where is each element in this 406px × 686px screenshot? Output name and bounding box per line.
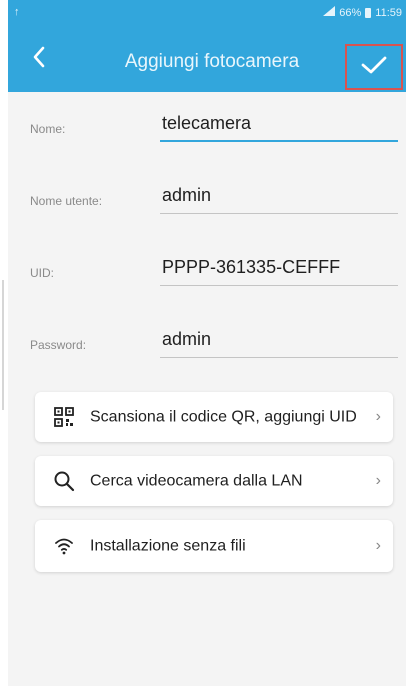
username-label: Nome utente: <box>30 194 103 208</box>
uid-row: UID: <box>8 236 406 308</box>
edge-handle <box>2 280 6 410</box>
wifi-icon <box>52 534 76 558</box>
wireless-setup-label: Installazione senza fili <box>90 537 246 555</box>
wireless-setup-button[interactable]: Installazione senza fili › <box>35 520 393 572</box>
username-row: Nome utente: <box>8 164 406 236</box>
status-bar: ↑ 66% 11:59 <box>8 0 406 26</box>
confirm-button[interactable] <box>345 44 403 90</box>
username-input[interactable] <box>160 178 398 214</box>
scan-qr-label: Scansiona il codice QR, aggiungi UID <box>90 408 357 426</box>
chevron-right-icon: › <box>375 537 381 554</box>
chevron-right-icon: › <box>375 472 381 489</box>
left-edge-strip <box>0 0 8 686</box>
signal-icon <box>323 6 336 19</box>
name-label: Nome: <box>30 122 66 136</box>
search-lan-button[interactable]: Cerca videocamera dalla LAN › <box>35 456 393 506</box>
search-icon <box>52 469 76 493</box>
qr-code-icon <box>52 405 76 429</box>
screen: ↑ 66% 11:59 Aggiungi fotocamera Nome: No… <box>8 0 406 686</box>
back-button[interactable] <box>22 44 56 74</box>
battery-icon <box>365 7 372 18</box>
check-icon <box>360 54 388 81</box>
name-input[interactable] <box>160 106 398 142</box>
password-row: Password: <box>8 308 406 380</box>
name-row: Nome: <box>8 92 406 164</box>
status-indicator: ↑ <box>14 6 20 18</box>
chevron-left-icon <box>32 46 46 73</box>
page-title: Aggiungi fotocamera <box>124 51 300 72</box>
battery-percent: 66% <box>339 6 362 19</box>
search-lan-label: Cerca videocamera dalla LAN <box>90 472 303 490</box>
password-label: Password: <box>30 338 87 352</box>
app-bar: Aggiungi fotocamera <box>8 26 406 92</box>
uid-label: UID: <box>30 266 54 280</box>
password-input[interactable] <box>160 322 398 358</box>
uid-input[interactable] <box>160 250 398 286</box>
status-time: 11:59 <box>375 6 402 19</box>
scan-qr-button[interactable]: Scansiona il codice QR, aggiungi UID › <box>35 392 393 442</box>
status-right: 66% 11:59 <box>323 6 402 19</box>
chevron-right-icon: › <box>375 408 381 425</box>
